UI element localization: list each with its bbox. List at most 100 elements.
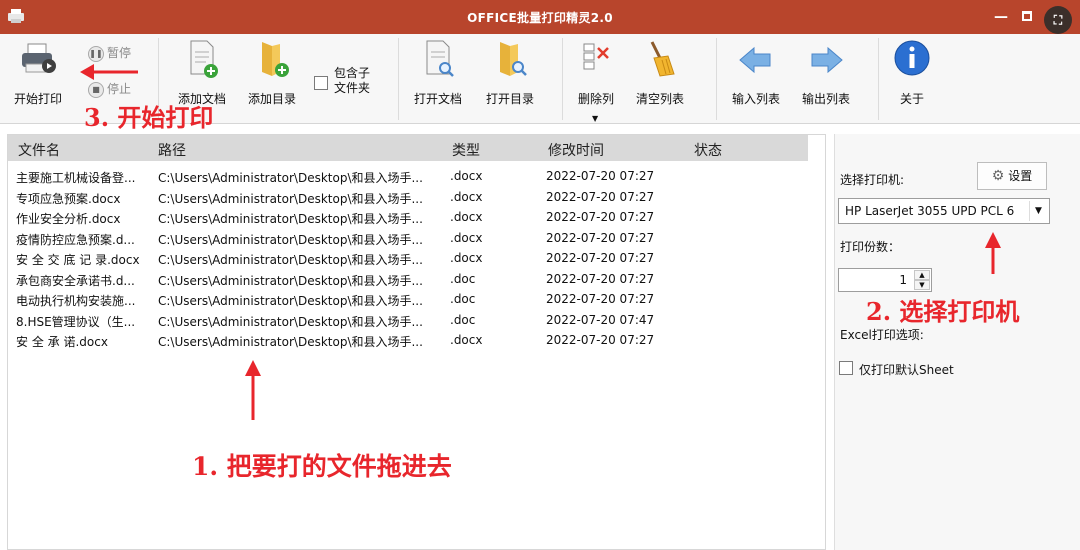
add-document-button[interactable]: 添加文档 [170, 38, 234, 107]
cell-path: C:\Users\Administrator\Desktop\和县入场手... [158, 273, 423, 288]
cell-path: C:\Users\Administrator\Desktop\和县入场手... [158, 253, 423, 267]
printer-settings-panel: 选择打印机: ⚙ 设置 HP LaserJet 3055 UPD PCL 6 ▼… [834, 134, 1080, 550]
annotation-step3: 3. 开始打印 [84, 103, 214, 132]
cell-modified: 2022-07-20 07:27 [546, 210, 655, 224]
cell-name: 8.HSE管理协议（生... [16, 314, 136, 329]
delete-column-button[interactable]: 删除列 ▼ [564, 38, 628, 123]
start-print-label: 开始打印 [13, 92, 62, 106]
column-header-status[interactable]: 状态 [694, 140, 722, 160]
table-row[interactable]: 电动执行机构安装施... C:\Users\Administrator\Deskt… [8, 289, 808, 309]
chevron-down-icon[interactable]: ▼ [1029, 201, 1047, 221]
clear-list-button[interactable]: 清空列表 [628, 38, 692, 107]
export-list-label: 输出列表 [801, 92, 850, 106]
pause-button[interactable]: ❚❚ 暂停 [88, 44, 131, 64]
cell-type: .doc [450, 312, 476, 327]
include-subfolders-checkbox[interactable] [314, 76, 328, 90]
cell-type: .docx [450, 210, 483, 224]
cell-type: .doc [450, 271, 476, 286]
cell-type: .docx [450, 169, 483, 183]
table-row[interactable]: 安 全 交 底 记 录.docx C:\Users\Administrator\D… [8, 248, 808, 268]
cell-modified: 2022-07-20 07:27 [546, 169, 655, 183]
delete-column-label: 删除列 [577, 92, 614, 106]
printer-select[interactable]: HP LaserJet 3055 UPD PCL 6 ▼ [838, 198, 1050, 224]
dropdown-arrow-icon[interactable]: ▼ [592, 114, 598, 123]
broom-icon [650, 41, 675, 77]
table-row[interactable]: 专项应急预案.docx C:\Users\Administrator\Deskto… [8, 187, 808, 207]
cell-modified: 2022-07-20 07:27 [546, 292, 655, 306]
pause-icon: ❚❚ [88, 45, 104, 62]
open-folder-icon [500, 42, 527, 76]
arrow-left-icon [739, 46, 771, 74]
cell-type: .docx [450, 230, 483, 245]
stepper-down-icon[interactable]: ▼ [914, 280, 930, 290]
cell-name: 作业安全分析.docx [16, 212, 121, 226]
toolbar-separator [878, 38, 879, 120]
select-printer-label: 选择打印机: [840, 173, 905, 187]
table-row[interactable]: 承包商安全承诺书.d... C:\Users\Administrator\Desk… [8, 269, 808, 289]
column-header-filename[interactable]: 文件名 [18, 140, 60, 160]
table-row[interactable]: 安 全 承 诺.docx C:\Users\Administrator\Deskt… [8, 330, 808, 350]
copies-value: 1 [899, 273, 907, 287]
printer-settings-label: 设置 [1008, 169, 1033, 183]
table-row[interactable]: 8.HSE管理协议（生... C:\Users\Administrator\Des… [8, 310, 808, 330]
stop-button[interactable]: ■ 停止 [88, 80, 131, 100]
table-row[interactable]: 作业安全分析.docx C:\Users\Administrator\Deskto… [8, 207, 808, 227]
file-list-header: 文件名 路径 类型 修改时间 状态 [8, 135, 808, 161]
print-default-sheet-checkbox[interactable] [839, 361, 853, 375]
column-header-modified[interactable]: 修改时间 [548, 140, 604, 160]
import-list-button[interactable]: 输入列表 [724, 38, 788, 107]
minimize-icon: — [994, 9, 1008, 25]
import-list-label: 输入列表 [731, 92, 780, 106]
minimize-button[interactable]: — [990, 6, 1012, 28]
open-document-label: 打开文档 [413, 92, 462, 106]
gear-icon: ⚙ [991, 168, 1005, 184]
cell-name: 安 全 交 底 记 录.docx [16, 253, 140, 267]
maximize-button[interactable] [1016, 6, 1038, 28]
include-subfolders-label: 包含子 文件夹 [334, 66, 370, 96]
add-folder-label: 添加目录 [247, 92, 296, 106]
excel-options-label: Excel打印选项: [840, 328, 924, 342]
cell-name: 专项应急预案.docx [16, 191, 121, 206]
include-subfolders-label-line1: 包含子 [334, 66, 371, 80]
file-list[interactable]: 文件名 路径 类型 修改时间 状态 主要施工机械设备登... C:\Users\A… [7, 134, 826, 550]
printer-select-value: HP LaserJet 3055 UPD PCL 6 [845, 204, 1015, 218]
printer-icon [22, 43, 56, 73]
add-document-icon [190, 40, 218, 78]
cell-modified: 2022-07-20 07:27 [546, 271, 655, 286]
print-default-sheet-label: 仅打印默认Sheet [859, 363, 954, 377]
open-folder-button[interactable]: 打开目录 [478, 38, 542, 107]
cell-name: 主要施工机械设备登... [16, 171, 136, 185]
cell-type: .doc [450, 292, 476, 306]
screenshot-icon: ⛶ [1053, 13, 1063, 27]
screenshot-button[interactable]: ⛶ [1044, 6, 1072, 34]
column-header-type[interactable]: 类型 [452, 140, 480, 160]
cell-type: .docx [450, 189, 483, 204]
table-row[interactable]: 主要施工机械设备登... C:\Users\Administrator\Deskt… [8, 166, 808, 186]
start-print-button[interactable]: 开始打印 [6, 38, 70, 107]
maximize-icon [1022, 11, 1032, 21]
include-subfolders-label-line2: 文件夹 [334, 81, 371, 95]
cell-modified: 2022-07-20 07:27 [546, 189, 655, 204]
open-document-icon [426, 40, 454, 77]
export-list-button[interactable]: 输出列表 [794, 38, 858, 107]
cell-type: .docx [450, 333, 483, 347]
column-header-path[interactable]: 路径 [158, 140, 186, 160]
table-row[interactable]: 疫情防控应急预案.d... C:\Users\Administrator\Desk… [8, 228, 808, 248]
add-folder-icon [262, 42, 289, 77]
stepper-up-icon[interactable]: ▲ [914, 270, 930, 280]
cell-modified: 2022-07-20 07:27 [546, 251, 655, 265]
copies-stepper[interactable]: 1 ▲ ▼ [838, 268, 932, 292]
open-document-button[interactable]: 打开文档 [406, 38, 470, 107]
info-icon [894, 40, 930, 76]
cell-path: C:\Users\Administrator\Desktop\和县入场手... [158, 314, 423, 329]
about-button[interactable]: 关于 [880, 38, 944, 107]
printer-settings-button[interactable]: ⚙ 设置 [977, 162, 1047, 190]
cell-path: C:\Users\Administrator\Desktop\和县入场手... [158, 294, 423, 308]
pause-label: 暂停 [107, 46, 132, 60]
add-folder-button[interactable]: 添加目录 [240, 38, 304, 107]
title-bar: OFFICE批量打印精灵2.0 — ⛶ [0, 0, 1080, 34]
about-label: 关于 [899, 92, 924, 106]
cell-name: 安 全 承 诺.docx [16, 335, 108, 349]
open-folder-label: 打开目录 [485, 92, 534, 106]
toolbar-separator [562, 38, 563, 120]
